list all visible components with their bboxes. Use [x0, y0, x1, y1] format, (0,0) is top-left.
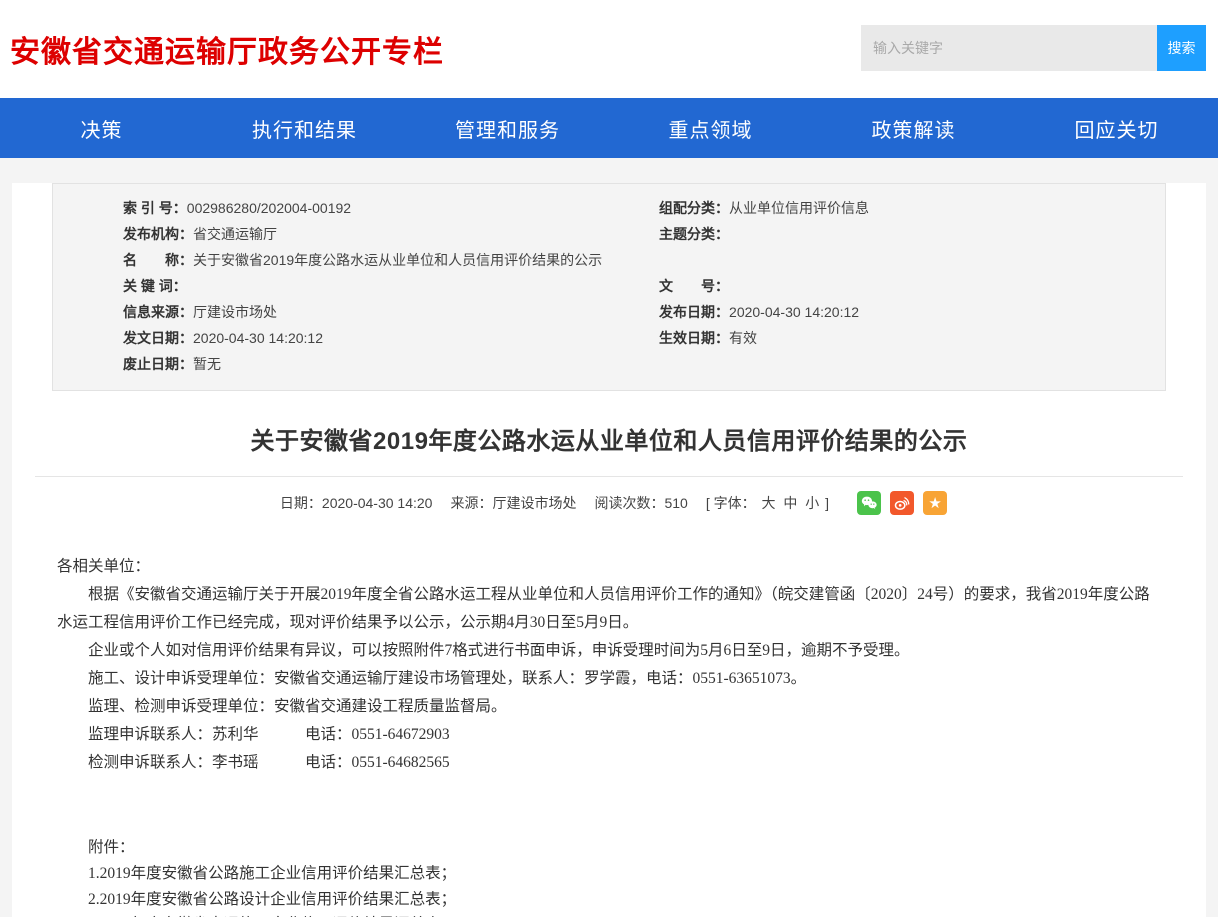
meta-label: 发文日期： [123, 330, 193, 346]
share-icons: ★ [848, 491, 947, 515]
meta-row-topic-category: 主题分类： [659, 221, 1165, 247]
article-title: 关于安徽省2019年度公路水运从业单位和人员信用评价结果的公示 [12, 421, 1206, 456]
nav-item-decision[interactable]: 决策 [0, 114, 203, 143]
meta-row-spacer [659, 247, 1165, 273]
main-nav: 决策 执行和结果 管理和服务 重点领域 政策解读 回应关切 [0, 98, 1218, 158]
meta-row-keywords: 关 键 词： [123, 273, 659, 299]
meta-row-info-source: 信息来源：厅建设市场处 [123, 299, 659, 325]
meta-value: 有效 [729, 330, 757, 346]
meta-label: 发布日期： [659, 304, 729, 320]
meta-label: 信息来源： [123, 304, 193, 320]
article-date: 日期：2020-04-30 14:20 [280, 493, 433, 513]
meta-row-effective-date: 生效日期：有效 [659, 325, 1165, 351]
meta-label: 主题分类： [659, 226, 729, 242]
article-paragraph: 监理申诉联系人：苏利华 电话：0551-64672903 [57, 721, 1161, 749]
wechat-share-icon[interactable] [857, 491, 881, 515]
meta-row-publish-date: 发布日期：2020-04-30 14:20:12 [659, 299, 1165, 325]
article-view-count: 阅读次数：510 [594, 493, 687, 513]
search-input[interactable] [861, 25, 1157, 71]
meta-row-issuing-agency: 发布机构：省交通运输厅 [123, 221, 659, 247]
favorite-share-icon[interactable]: ★ [923, 491, 947, 515]
nav-item-respond-concerns[interactable]: 回应关切 [1015, 114, 1218, 143]
attachments-heading: 附件： [57, 835, 1161, 861]
font-size-small-button[interactable]: 小 [805, 495, 819, 511]
weibo-icon [892, 493, 912, 513]
article-paragraph: 各相关单位： [57, 553, 1161, 581]
meta-label: 发布机构： [123, 226, 193, 242]
meta-label: 生效日期： [659, 330, 729, 346]
article-paragraph: 监理、检测申诉受理单位：安徽省交通建设工程质量监督局。 [57, 693, 1161, 721]
title-divider [35, 476, 1183, 477]
nav-item-key-areas[interactable]: 重点领域 [609, 114, 812, 143]
content-wrapper: 索 引 号：002986280/202004-00192 发布机构：省交通运输厅… [12, 183, 1206, 917]
nav-item-management-services[interactable]: 管理和服务 [406, 114, 609, 143]
font-size-control: [ 字体： 大 中 小 ] [706, 493, 829, 513]
site-header: 安徽省交通运输厅政务公开专栏 搜索 [0, 0, 1218, 98]
meta-column-right: 组配分类：从业单位信用评价信息 主题分类： 文 号： 发布日期：2020-04-… [659, 195, 1165, 377]
meta-value: 暂无 [193, 356, 221, 372]
meta-label: 关 键 词： [123, 278, 187, 294]
meta-row-group-category: 组配分类：从业单位信用评价信息 [659, 195, 1165, 221]
font-size-suffix: ] [825, 495, 829, 511]
meta-row-document-number: 文 号： [659, 273, 1165, 299]
meta-value: 002986280/202004-00192 [187, 200, 351, 216]
meta-value: 从业单位信用评价信息 [729, 200, 869, 216]
nav-item-execution-results[interactable]: 执行和结果 [203, 114, 406, 143]
article-paragraph: 检测申诉联系人：李书瑶 电话：0551-64682565 [57, 749, 1161, 777]
site-title: 安徽省交通运输厅政务公开专栏 [0, 27, 444, 71]
font-size-prefix: [ 字体： [706, 495, 756, 511]
meta-row-document-name: 名 称：关于安徽省2019年度公路水运从业单位和人员信用评价结果的公示 [123, 247, 659, 273]
article-paragraph: 企业或个人如对信用评价结果有异议，可以按照附件7格式进行书面申诉，申诉受理时间为… [57, 637, 1161, 665]
meta-value: 厅建设市场处 [193, 304, 277, 320]
spacer [57, 777, 1161, 835]
attachment-link-2[interactable]: 2.2019年度安徽省公路设计企业信用评价结果汇总表； [57, 887, 1161, 913]
meta-label: 组配分类： [659, 200, 729, 216]
article-meta-line: 日期：2020-04-30 14:20 来源：厅建设市场处 阅读次数：510 [… [12, 491, 1206, 515]
nav-item-policy-interpretation[interactable]: 政策解读 [812, 114, 1015, 143]
meta-label: 索 引 号： [123, 200, 187, 216]
wechat-icon [859, 493, 879, 513]
meta-label: 名 称： [123, 252, 193, 268]
search-button[interactable]: 搜索 [1157, 25, 1206, 71]
article-paragraph: 根据《安徽省交通运输厅关于开展2019年度全省公路水运工程从业单位和人员信用评价… [57, 581, 1161, 637]
font-size-large-button[interactable]: 大 [762, 495, 776, 511]
meta-value: 省交通运输厅 [193, 226, 277, 242]
search-box: 搜索 [861, 25, 1206, 71]
meta-label: 文 号： [659, 278, 729, 294]
meta-row-abolish-date: 废止日期：暂无 [123, 351, 659, 377]
document-meta-box: 索 引 号：002986280/202004-00192 发布机构：省交通运输厅… [52, 183, 1166, 391]
article-body: 各相关单位： 根据《安徽省交通运输厅关于开展2019年度全省公路水运工程从业单位… [12, 553, 1206, 917]
meta-value: 2020-04-30 14:20:12 [193, 330, 323, 346]
meta-value: 关于安徽省2019年度公路水运从业单位和人员信用评价结果的公示 [193, 252, 602, 268]
meta-value: 2020-04-30 14:20:12 [729, 304, 859, 320]
article-paragraph: 施工、设计申诉受理单位：安徽省交通运输厅建设市场管理处，联系人：罗学霞，电话：0… [57, 665, 1161, 693]
meta-row-index-number: 索 引 号：002986280/202004-00192 [123, 195, 659, 221]
star-icon: ★ [928, 494, 941, 512]
meta-label: 废止日期： [123, 356, 193, 372]
attachment-link-3[interactable]: 3.2019年度安徽省水运施工企业信用评价结果汇总表； [57, 912, 1161, 917]
article-source: 来源：厅建设市场处 [450, 493, 576, 513]
font-size-medium-button[interactable]: 中 [783, 495, 797, 511]
weibo-share-icon[interactable] [890, 491, 914, 515]
meta-column-left: 索 引 号：002986280/202004-00192 发布机构：省交通运输厅… [53, 195, 659, 377]
attachment-link-1[interactable]: 1.2019年度安徽省公路施工企业信用评价结果汇总表； [57, 861, 1161, 887]
meta-row-issue-date: 发文日期：2020-04-30 14:20:12 [123, 325, 659, 351]
